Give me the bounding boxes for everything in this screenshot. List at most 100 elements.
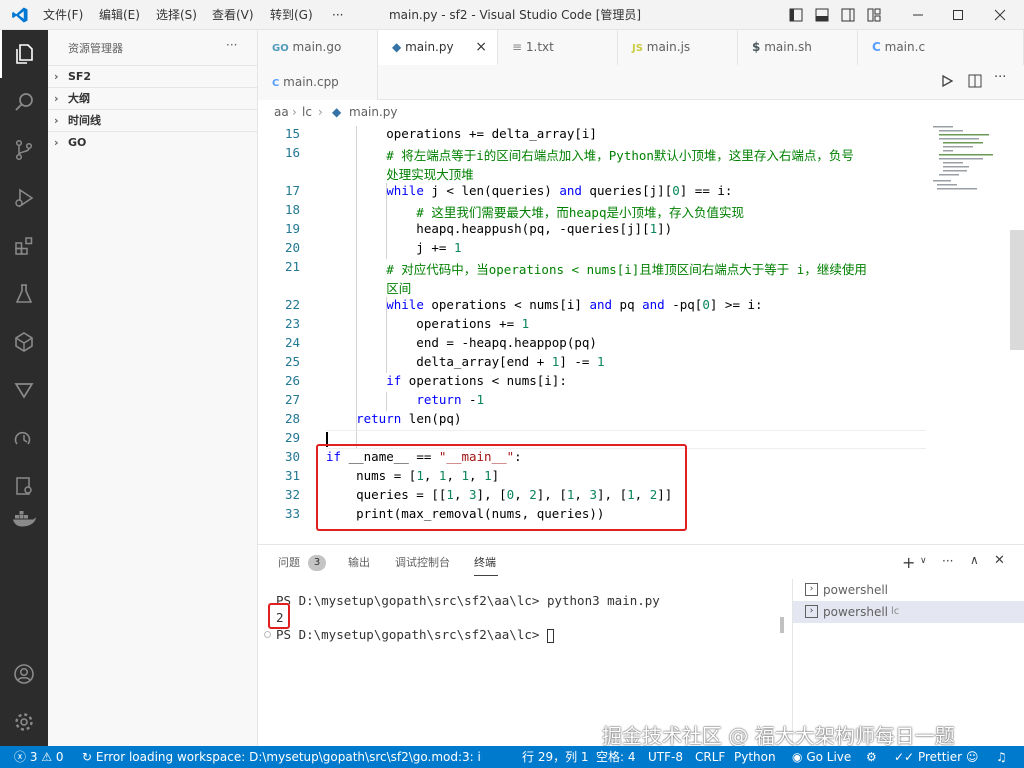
accounts-icon[interactable] xyxy=(0,650,48,698)
terminal-item-1[interactable]: › powershell xyxy=(793,579,1024,601)
indent-guide xyxy=(356,126,357,449)
indent-guide xyxy=(386,392,387,411)
editor-more-icon[interactable]: ··· xyxy=(994,70,1006,85)
chevron-right-icon: › xyxy=(54,70,59,83)
line-number: 15 xyxy=(284,126,300,141)
tab-main-py[interactable]: ◆ main.py × xyxy=(378,30,498,65)
line-number: 28 xyxy=(284,411,300,426)
panel-tab-problems[interactable]: 问题 xyxy=(278,545,300,581)
settings-sync-icon[interactable] xyxy=(0,414,48,462)
minimize-icon[interactable] xyxy=(898,0,938,30)
gitlens-icon[interactable] xyxy=(0,366,48,414)
go-live-button[interactable]: ◉ Go Live xyxy=(792,746,851,768)
editor-scrollbar[interactable] xyxy=(1010,230,1024,350)
menu-file[interactable]: 文件(F) xyxy=(43,0,83,30)
run-file-icon[interactable] xyxy=(940,74,954,91)
warning-icon: ⚠ xyxy=(41,750,53,764)
terminal-line-3: PS D:\mysetup\gopath\src\sf2\aa\lc> xyxy=(276,627,554,643)
tab-main-cpp[interactable]: C main.cpp xyxy=(258,65,378,100)
minimap[interactable] xyxy=(933,124,1003,194)
python-file-icon: ◆ xyxy=(332,105,342,119)
panel-tab-debug-console[interactable]: 调试控制台 xyxy=(395,545,450,581)
remote-explorer-icon[interactable] xyxy=(0,318,48,366)
breadcrumb-main-py[interactable]: main.py xyxy=(349,100,398,124)
terminal-item-2[interactable]: › powershell lc xyxy=(793,601,1024,623)
tab-main-go[interactable]: GO main.go xyxy=(258,30,378,65)
encoding[interactable]: UTF-8 xyxy=(648,746,683,768)
problems-status[interactable]: ⓧ 3 ⚠ 0 xyxy=(14,746,64,768)
go-file-icon: GO xyxy=(272,43,289,54)
maximize-panel-icon[interactable]: ∧ xyxy=(970,553,979,567)
code-line: j += 1 xyxy=(326,240,462,255)
bell-icon[interactable]: ♫ xyxy=(996,746,1007,768)
tab-main-c[interactable]: C main.c xyxy=(858,30,1024,65)
source-control-icon[interactable] xyxy=(0,126,48,174)
tab-1-txt[interactable]: ≡ 1.txt xyxy=(498,30,618,65)
section-outline[interactable]: › 大纲 xyxy=(48,87,258,109)
indent-guide xyxy=(386,297,387,373)
customize-layout-icon[interactable] xyxy=(862,0,886,30)
window-title: main.py - sf2 - Visual Studio Code [管理员] xyxy=(388,8,642,22)
terminal-icon: › xyxy=(805,605,818,618)
toggle-panel-icon[interactable] xyxy=(810,0,834,30)
explorer-icon[interactable] xyxy=(0,30,48,78)
tab-main-js[interactable]: JS main.js xyxy=(618,30,738,65)
close-window-icon[interactable] xyxy=(980,0,1020,30)
sync-icon: ↻ xyxy=(82,750,93,764)
toggle-secondary-sidebar-icon[interactable] xyxy=(836,0,860,30)
menu-more[interactable]: ··· xyxy=(332,0,343,30)
line-ending[interactable]: CRLF xyxy=(695,746,725,768)
line-number: 18 xyxy=(284,202,300,217)
c-file-icon: C xyxy=(872,40,881,54)
menu-view[interactable]: 查看(V) xyxy=(212,0,254,30)
language-mode[interactable]: Python xyxy=(734,746,776,768)
sidebar-more-icon[interactable]: ··· xyxy=(226,38,237,52)
code-line: 处理实现大顶堆 xyxy=(326,167,474,182)
chevron-right-icon: › xyxy=(54,136,59,149)
code-line: if operations < nums[i]: xyxy=(386,373,567,388)
code-line: return len(pq) xyxy=(356,411,462,426)
tab-main-sh[interactable]: $ main.sh xyxy=(738,30,858,65)
cursor-position[interactable]: 行 29，列 1 xyxy=(522,746,589,768)
terminal-icon: › xyxy=(805,583,818,596)
chevron-right-icon: › xyxy=(54,114,59,127)
line-number: 31 xyxy=(284,468,300,483)
testing-icon[interactable] xyxy=(0,270,48,318)
terminal-dropdown-icon[interactable]: ∨ xyxy=(920,556,927,566)
python-file-icon: ◆ xyxy=(392,40,402,54)
close-panel-icon[interactable]: ✕ xyxy=(994,553,1005,568)
highlight-box-main xyxy=(316,444,687,531)
double-check-icon: ✓✓ xyxy=(894,750,915,764)
menu-go[interactable]: 转到(G) xyxy=(270,0,313,30)
indentation[interactable]: 空格: 4 xyxy=(596,746,636,768)
docker-icon[interactable] xyxy=(0,494,48,542)
breadcrumb-lc[interactable]: lc xyxy=(302,100,312,124)
breadcrumb-aa[interactable]: aa xyxy=(274,100,289,124)
menu-selection[interactable]: 选择(S) xyxy=(156,0,197,30)
section-timeline[interactable]: › 时间线 xyxy=(48,109,258,131)
extensions-icon[interactable] xyxy=(0,222,48,270)
line-number: 16 xyxy=(284,145,300,160)
panel-more-icon[interactable]: ··· xyxy=(942,554,953,568)
panel-tab-output[interactable]: 输出 xyxy=(348,545,370,581)
new-terminal-icon[interactable]: + xyxy=(902,553,915,572)
section-sf2[interactable]: › SF2 xyxy=(48,65,258,87)
section-go[interactable]: › GO xyxy=(48,131,258,153)
line-number: 19 xyxy=(284,221,300,236)
feedback-icon[interactable]: ☺ xyxy=(966,746,979,768)
highlight-box-output xyxy=(268,603,290,629)
terminal-scrollbar[interactable] xyxy=(780,617,784,633)
workspace-error-message[interactable]: ↻ Error loading workspace: D:\mysetup\go… xyxy=(82,746,482,768)
search-icon[interactable] xyxy=(0,78,48,126)
maximize-icon[interactable] xyxy=(938,0,978,30)
code-line: delta_array[end + 1] -= 1 xyxy=(326,354,605,369)
manage-gear-icon[interactable] xyxy=(0,698,48,746)
watermark-text: 掘金技术社区 @ 福大大架构师每日一题 xyxy=(602,724,955,748)
run-debug-icon[interactable] xyxy=(0,174,48,222)
notifications-icon[interactable]: ⚙ xyxy=(866,746,877,768)
close-tab-icon[interactable]: × xyxy=(475,30,487,65)
toggle-sidebar-icon[interactable] xyxy=(784,0,808,30)
menu-edit[interactable]: 编辑(E) xyxy=(99,0,140,30)
split-editor-icon[interactable] xyxy=(968,74,982,91)
prettier-button[interactable]: ✓✓ Prettier xyxy=(894,746,962,768)
